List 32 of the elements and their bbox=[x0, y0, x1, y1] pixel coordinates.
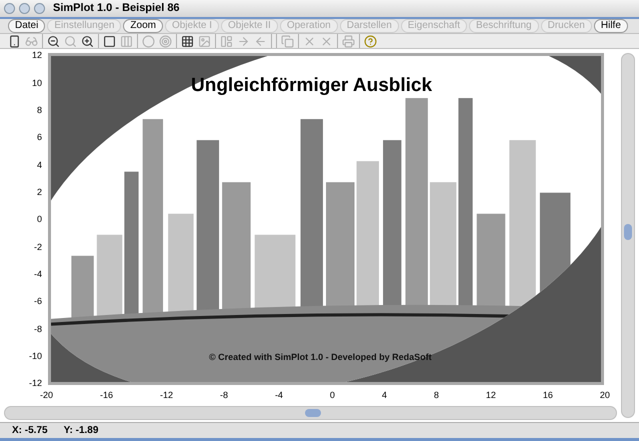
x-coordinate: X: -5.75 bbox=[12, 424, 48, 438]
y-tick-label: 0 bbox=[36, 214, 42, 224]
y-tick-label: 6 bbox=[36, 132, 42, 142]
y-tick-label: 12 bbox=[32, 50, 42, 60]
y-tick-label: 4 bbox=[36, 160, 42, 170]
y-tick-label: 10 bbox=[32, 78, 42, 88]
y-tick-label: -10 bbox=[28, 351, 42, 362]
y-tick-label: -6 bbox=[34, 296, 42, 306]
x-tick-label: 4 bbox=[382, 389, 387, 402]
x-tick-label: 20 bbox=[600, 389, 610, 402]
chart-title: Ungleichförmiger Ausblick bbox=[191, 74, 432, 98]
window-title: SimPlot 1.0 - Beispiel 86 bbox=[53, 1, 180, 16]
x-tick-label: 0 bbox=[330, 389, 335, 402]
x-tick-label: 8 bbox=[434, 389, 439, 402]
y-tick-label: 8 bbox=[36, 105, 42, 116]
x-tick-label: -4 bbox=[274, 389, 283, 402]
x-tick-label: -8 bbox=[220, 389, 228, 402]
y-tick-label: -12 bbox=[28, 378, 42, 388]
menu-item[interactable]: Datei bbox=[8, 18, 46, 33]
credit-text: © Created with SimPlot 1.0 - Developed by RedaSoft bbox=[209, 350, 432, 364]
menu-item[interactable]: Hilfe bbox=[594, 18, 628, 33]
x-tick-label: 12 bbox=[486, 389, 496, 402]
menu-item[interactable]: Zoom bbox=[123, 18, 163, 33]
x-tick-label: 16 bbox=[542, 389, 553, 402]
y-coordinate: Y: -1.89 bbox=[64, 424, 98, 438]
y-tick-label: -4 bbox=[34, 269, 42, 280]
x-tick-label: -20 bbox=[40, 389, 54, 402]
x-tick-label: -12 bbox=[160, 389, 173, 402]
x-tick-label: -16 bbox=[100, 389, 113, 402]
y-tick-label: 2 bbox=[36, 187, 42, 198]
y-tick-label: -2 bbox=[34, 242, 42, 252]
y-tick-label: -8 bbox=[34, 324, 42, 334]
